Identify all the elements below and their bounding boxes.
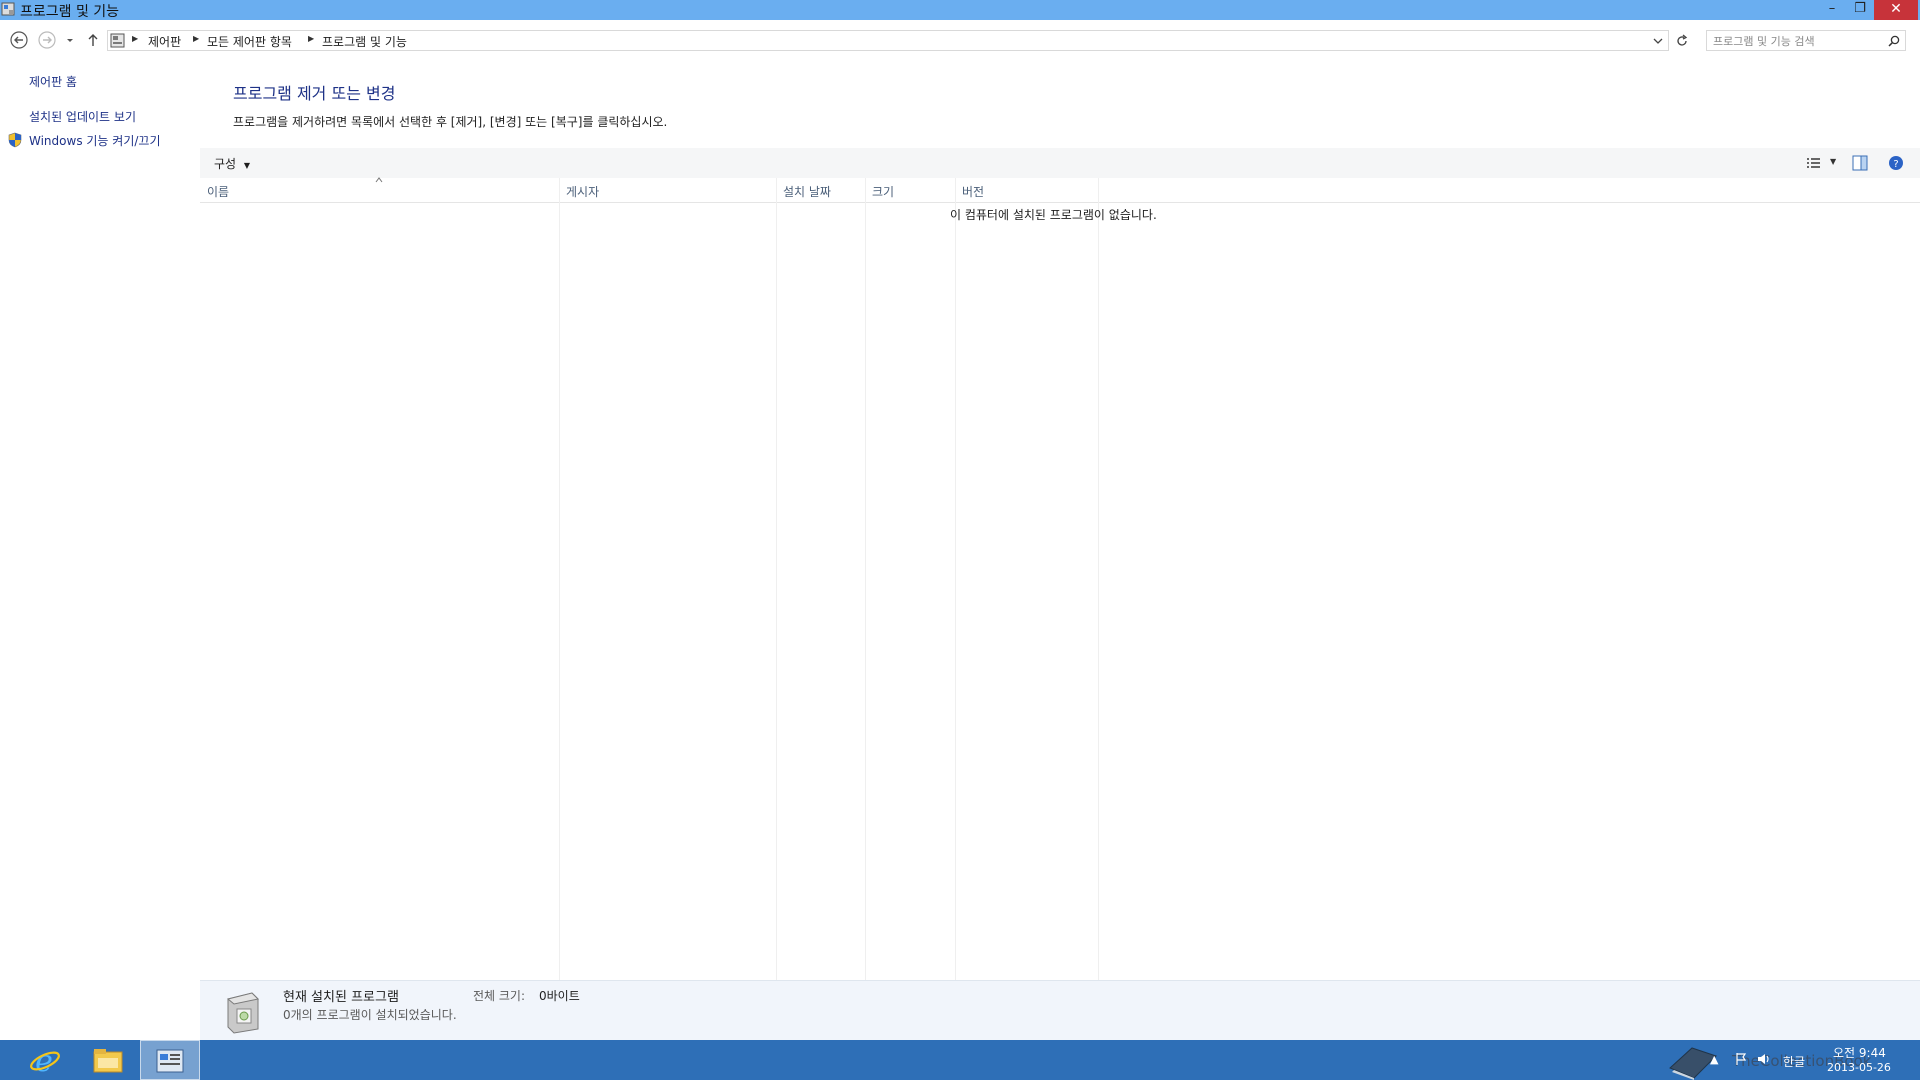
breadcrumb-separator: ▶: [193, 34, 200, 43]
column-header-publisher[interactable]: 게시자: [566, 183, 599, 200]
taskbar-file-explorer[interactable]: [78, 1040, 138, 1080]
column-divider[interactable]: [1098, 178, 1099, 980]
help-icon[interactable]: ?: [1888, 155, 1904, 171]
chevron-down-icon[interactable]: ▼: [1830, 157, 1836, 166]
file-explorer-icon: [93, 1049, 123, 1073]
taskbar-internet-explorer[interactable]: e: [16, 1040, 76, 1080]
column-header-size[interactable]: 크기: [872, 183, 894, 200]
close-button[interactable]: ✕: [1874, 0, 1918, 20]
refresh-icon[interactable]: [1674, 33, 1690, 49]
column-divider[interactable]: [559, 178, 560, 980]
breadcrumb-programs-features[interactable]: 프로그램 및 기능: [322, 33, 407, 50]
installed-count-text: 0개의 프로그램이 설치되었습니다.: [283, 1008, 457, 1022]
view-installed-updates-link[interactable]: 설치된 업데이트 보기: [29, 108, 136, 125]
search-icon[interactable]: [1887, 34, 1901, 48]
control-panel-icon: [156, 1049, 184, 1073]
details-pane: 현재 설치된 프로그램 전체 크기: 0바이트 0개의 프로그램이 설치되었습니…: [200, 980, 1920, 1040]
search-box[interactable]: [1706, 30, 1906, 51]
input-language-indicator[interactable]: 한글: [1783, 1053, 1805, 1070]
column-header-version[interactable]: 버전: [962, 183, 984, 200]
minimize-button[interactable]: –: [1818, 0, 1846, 20]
svg-text:e: e: [35, 1044, 53, 1076]
column-divider[interactable]: [955, 178, 956, 980]
column-divider[interactable]: [865, 178, 866, 980]
volume-icon[interactable]: [1756, 1052, 1772, 1066]
back-icon[interactable]: [9, 30, 29, 50]
column-header-row: 이름 게시자 설치 날짜 크기 버전: [200, 177, 1920, 203]
sort-ascending-icon: [375, 177, 383, 183]
chevron-down-icon: ▼: [243, 161, 251, 170]
title-bar: 프로그램 및 기능 – ❐ ✕: [0, 0, 1920, 20]
control-panel-icon: [110, 33, 125, 48]
address-bar[interactable]: ▶ 제어판 ▶ 모든 제어판 항목 ▶ 프로그램 및 기능: [107, 30, 1669, 51]
organize-button[interactable]: 구성 ▼: [214, 155, 250, 172]
clock-time[interactable]: 오전 9:44: [1833, 1044, 1886, 1061]
taskbar: e TheCollectionBook ▲ 한글 오전 9:44 2013-05…: [0, 1040, 1920, 1080]
total-size-label: 전체 크기:: [473, 989, 526, 1003]
total-size-value: 0바이트: [539, 989, 580, 1003]
control-panel-home-link[interactable]: 제어판 홈: [29, 73, 77, 90]
preview-pane-icon[interactable]: [1852, 155, 1868, 171]
navigation-bar: ▶ 제어판 ▶ 모든 제어판 항목 ▶ 프로그램 및 기능: [0, 20, 1920, 60]
taskbar-control-panel[interactable]: [140, 1040, 200, 1080]
chevron-down-icon[interactable]: [1652, 35, 1664, 47]
breadcrumb-separator: ▶: [308, 34, 315, 43]
clock-date[interactable]: 2013-05-26: [1827, 1061, 1891, 1074]
shield-icon: [8, 132, 22, 148]
page-title: 프로그램 제거 또는 변경: [233, 84, 396, 103]
internet-explorer-icon: e: [30, 1044, 60, 1076]
details-title: 현재 설치된 프로그램: [283, 990, 399, 1005]
windows-features-link[interactable]: Windows 기능 켜기/끄기: [29, 132, 160, 149]
view-options-icon[interactable]: [1806, 156, 1822, 170]
search-input[interactable]: [1711, 32, 1885, 51]
forward-icon[interactable]: [37, 30, 57, 50]
column-divider[interactable]: [776, 178, 777, 980]
flag-icon[interactable]: [1734, 1052, 1748, 1066]
column-header-name[interactable]: 이름: [207, 183, 229, 200]
left-pane: 제어판 홈 설치된 업데이트 보기 Windows 기능 켜기/끄기: [0, 60, 200, 1040]
main-content: 프로그램 제거 또는 변경 프로그램을 제거하려면 목록에서 선택한 후 [제거…: [200, 60, 1920, 1040]
recent-locations-icon[interactable]: [64, 30, 76, 50]
breadcrumb-control-panel[interactable]: 제어판: [148, 33, 181, 50]
command-bar: 구성 ▼ ▼ ?: [200, 148, 1920, 178]
window-title: 프로그램 및 기능: [20, 4, 120, 20]
breadcrumb-separator: ▶: [132, 34, 139, 43]
empty-list-message: 이 컴퓨터에 설치된 프로그램이 없습니다.: [950, 208, 1157, 222]
up-icon[interactable]: [85, 30, 101, 50]
installed-programs-icon: [226, 992, 260, 1034]
organize-label: 구성: [214, 157, 237, 171]
maximize-button[interactable]: ❐: [1846, 0, 1874, 20]
show-hidden-icons-icon[interactable]: ▲: [1710, 1053, 1718, 1066]
svg-text:?: ?: [1893, 159, 1898, 170]
column-header-install-date[interactable]: 설치 날짜: [783, 183, 831, 200]
breadcrumb-all-items[interactable]: 모든 제어판 항목: [207, 33, 292, 50]
programs-features-icon: [1, 2, 15, 16]
instruction-text: 프로그램을 제거하려면 목록에서 선택한 후 [제거], [변경] 또는 [복구…: [233, 115, 668, 129]
